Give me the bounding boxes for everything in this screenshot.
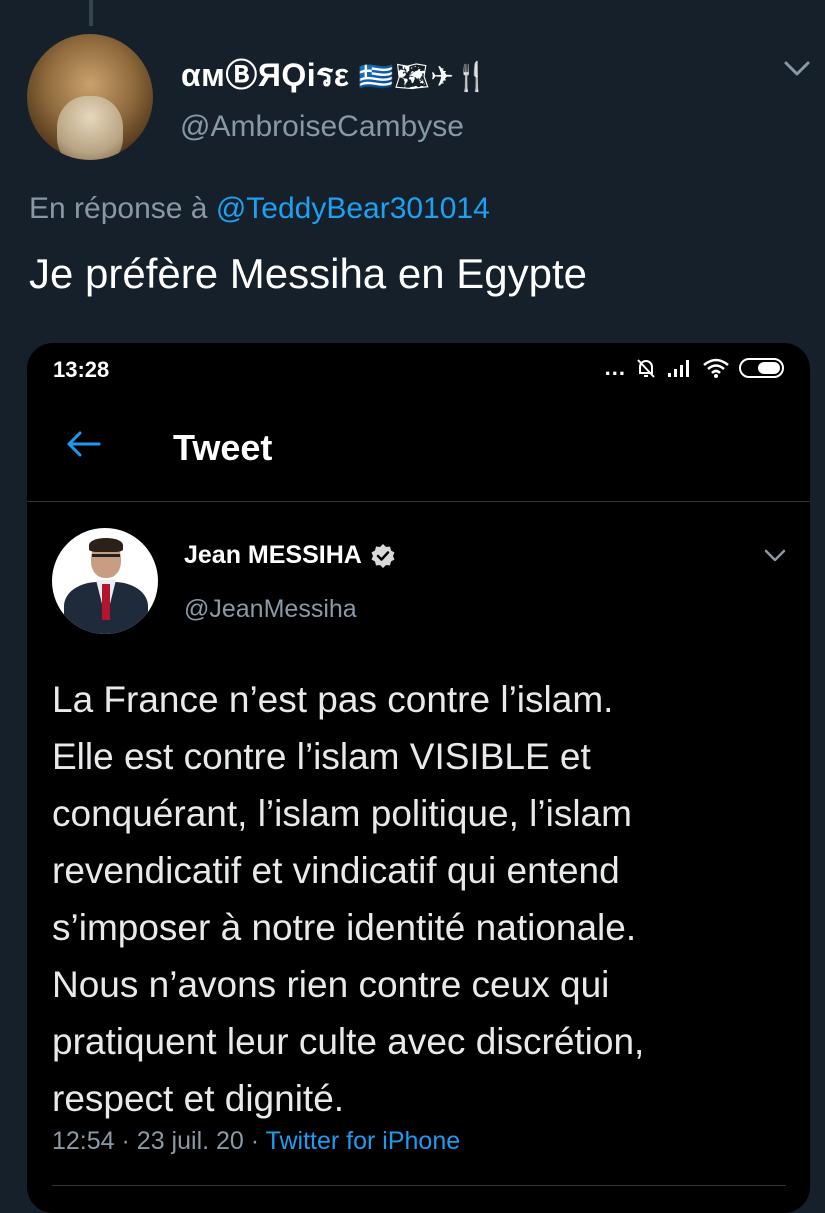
verified-badge-icon [371,543,395,568]
status-dots: ... [604,355,626,380]
quoted-text-line: Nous n’avons rien contre ceux qui [52,964,610,1005]
meta-separator: · [121,1127,130,1155]
wifi-icon [703,358,729,378]
caret-down-icon[interactable] [763,548,787,564]
display-name-emojis: 🇬🇷🗺✈🍴 [358,60,490,93]
quoted-text-line: conquérant, l’islam politique, l’islam [52,793,632,834]
avatar[interactable] [52,528,158,634]
reply-context: En réponse à @TeddyBear301014 [29,192,490,226]
quoted-text-line: Elle est contre l’islam VISIBLE et [52,736,591,777]
display-name[interactable]: αмⒷЯϘiรε 🇬🇷🗺✈🍴 [181,50,490,101]
page-title: Tweet [173,427,273,468]
status-time: 13:28 [53,357,110,382]
divider [52,1185,786,1186]
avatar-glasses [92,554,120,563]
tweet-date: 23 juil. 20 [136,1127,244,1155]
quoted-text-line: pratiquent leur culte avec discrétion, [52,1021,645,1062]
user-handle[interactable]: @AmbroiseCambyse [180,110,464,144]
avatar-hair [89,538,123,552]
meta-separator: · [250,1127,260,1155]
quoted-tweet-text: La France n’est pas contre l’islam. Elle… [52,671,797,1127]
mute-bell-icon [637,359,655,378]
quoted-handle[interactable]: @JeanMessiha [184,595,357,624]
quoted-text-line: respect et dignité. [52,1078,345,1119]
tweet-text: Je préfère Messiha en Egypte [29,250,587,297]
signal-icon [668,360,689,377]
quoted-display-name[interactable]: Jean MESSIHA [184,541,396,570]
quoted-text-line: s’imposer à notre identité nationale. [52,907,637,948]
status-bar: 13:28 ... [27,343,810,395]
avatar-tie [102,584,110,620]
back-arrow-icon[interactable] [65,429,103,459]
tweet-page-header: Tweet [27,415,810,502]
tweet-source-link[interactable]: Twitter for iPhone [266,1127,461,1155]
tweet-time: 12:54 [52,1127,115,1155]
display-name-text: αмⒷЯϘiรε [181,57,350,93]
quoted-text-line: La France n’est pas contre l’islam. [52,679,614,720]
status-icons: ... [605,355,786,381]
thread-connector-line [89,0,93,26]
embedded-screenshot[interactable]: 13:28 ... Tweet Jean MESSIHA @JeanMessih… [27,343,810,1213]
reply-prefix: En réponse à [29,192,208,225]
reply-to-mention[interactable]: @TeddyBear301014 [216,192,490,225]
quoted-name-text: Jean MESSIHA [184,541,362,569]
avatar-portrait [57,96,123,160]
caret-down-icon[interactable] [783,60,811,78]
battery-icon [739,358,784,378]
tweet-metadata: 12:54 · 23 juil. 20 · Twitter for iPhone [52,1127,460,1156]
quoted-text-line: revendicatif et vindicatif qui entend [52,850,620,891]
avatar[interactable] [27,34,153,160]
